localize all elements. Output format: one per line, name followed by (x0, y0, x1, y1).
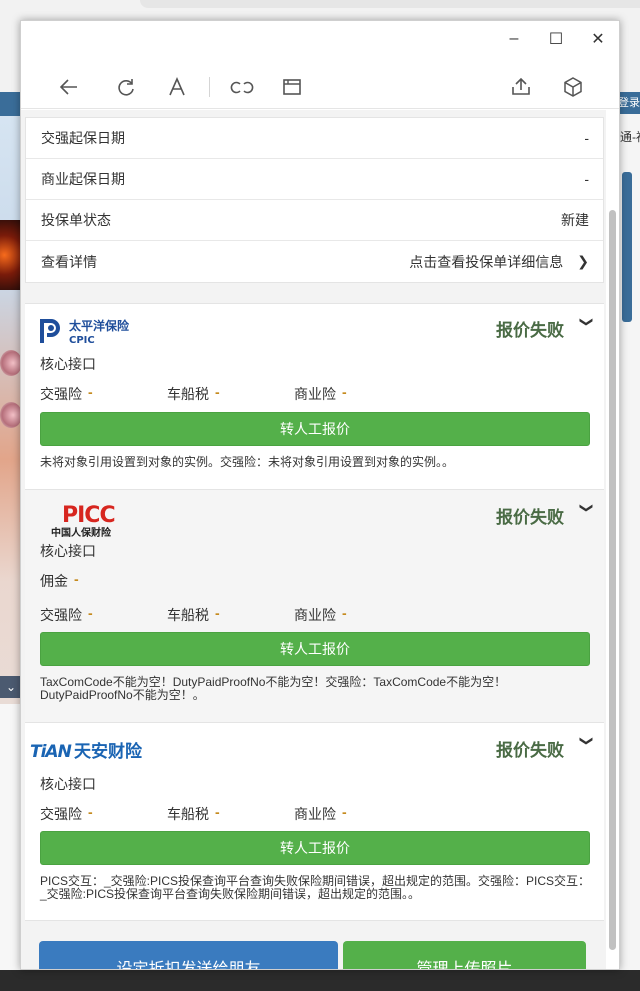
info-value: - (584, 130, 589, 146)
background-bottom-left (0, 704, 22, 991)
info-row-jiaoqiang-start: 交强起保日期 - (26, 118, 603, 159)
quote-channel: 核心接口 (40, 543, 96, 559)
shangye-label: 商业险 (294, 607, 336, 623)
chechuan-value: - (215, 384, 220, 400)
chevron-right-icon: ❯ (577, 253, 589, 269)
jiaoqiang-label: 交强险 (40, 607, 82, 623)
jiaoqiang-label: 交强险 (40, 386, 82, 402)
view-details-row[interactable]: 查看详情 点击查看投保单详细信息 ❯ (26, 241, 603, 282)
close-button[interactable]: ✕ (577, 21, 619, 57)
cube-icon[interactable] (559, 73, 587, 101)
jiaoqiang-value: - (88, 605, 93, 621)
quote-channel: 核心接口 (40, 356, 96, 372)
quote-premium-line: 交强险 - 车船税 - 商业险 - (40, 384, 347, 404)
info-value: 新建 (561, 212, 589, 228)
quote-status: 报价失败 (496, 508, 564, 528)
scrollbar-thumb[interactable] (609, 210, 616, 950)
info-label: 投保单状态 (41, 212, 111, 228)
window-controls: – ☐ ✕ (493, 21, 619, 57)
svg-text:PICC: PICC (62, 503, 115, 528)
background-right-strip: 登录 通-福 (618, 92, 640, 991)
quote-card-cpic: 太平洋保险 CPIC 报价失败 ❯ 核心接口 交强险 - 车船税 - 商业险 - 转人… (25, 303, 604, 489)
commission-label: 佣金 (40, 573, 68, 589)
browser-toolbar (21, 65, 619, 109)
commission-line: 佣金 - (40, 571, 79, 591)
quote-error-message: PICS交互：_交强险:PICS投保查询平台查询失败保险期间错误，超出规定的范围… (40, 874, 591, 901)
chevron-down-icon[interactable]: ❯ (579, 317, 595, 328)
background-text: 通-福 (620, 130, 640, 144)
chechuan-label: 车船税 (167, 386, 209, 402)
info-label: 查看详情 (41, 253, 97, 270)
manual-quote-button[interactable]: 转人工报价 (40, 632, 590, 666)
quote-channel: 核心接口 (40, 776, 96, 792)
svg-text:中国人保财险: 中国人保财险 (51, 526, 112, 539)
shangye-label: 商业险 (294, 386, 336, 402)
chechuan-label: 车船税 (167, 806, 209, 822)
taskbar (0, 970, 640, 991)
toolbar-divider (209, 77, 210, 97)
login-button[interactable]: 登录 (618, 92, 640, 114)
share-icon[interactable] (507, 73, 535, 101)
avatar (0, 402, 22, 428)
quote-card-tian: TiAN 天安财险 报价失败 ❯ 核心接口 交强险 - 车船税 - 商业险 - 转人工… (25, 722, 604, 921)
shangye-value: - (342, 804, 347, 820)
info-label: 交强起保日期 (41, 130, 125, 146)
view-details-link[interactable]: 点击查看投保单详细信息 (409, 252, 563, 272)
policy-info-card: 交强起保日期 - 商业起保日期 - 投保单状态 新建 查看详情 点击查看投保单详… (25, 117, 604, 283)
content-scrollbar[interactable] (608, 110, 618, 969)
jiaoqiang-value: - (88, 804, 93, 820)
shangye-value: - (342, 605, 347, 621)
maximize-button[interactable]: ☐ (535, 21, 577, 57)
chechuan-value: - (215, 605, 220, 621)
set-discount-send-button[interactable]: 设定折扣发送给朋友 (39, 941, 338, 969)
background-left-strip: ⌄ (0, 92, 22, 704)
quote-premium-line: 交强险 - 车船税 - 商业险 - (40, 804, 347, 824)
avatar (0, 350, 22, 376)
manual-quote-button[interactable]: 转人工报价 (40, 831, 590, 865)
info-row-status: 投保单状态 新建 (26, 200, 603, 241)
info-row-shangye-start: 商业起保日期 - (26, 159, 603, 200)
scroll-content: 交强起保日期 - 商业起保日期 - 投保单状态 新建 查看详情 点击查看投保单详… (21, 110, 606, 969)
quote-dialog-window: – ☐ ✕ 交强起保日期 - 商业起保日期 - 投保单状态 新建 查看详情 点击… (20, 20, 620, 970)
shangye-value: - (342, 384, 347, 400)
quote-card-picc: PICC 中国人保财险 报价失败 ❯ 核心接口 佣金 - 交强险 - 车船税 - 商业… (25, 489, 604, 722)
window-icon[interactable] (278, 73, 306, 101)
chevron-down-icon: ⌄ (0, 676, 22, 698)
chevron-down-icon[interactable]: ❯ (579, 736, 595, 747)
commission-value: - (74, 571, 79, 587)
info-value: - (584, 171, 589, 187)
svg-text:天安财险: 天安财险 (74, 741, 143, 761)
background-image (0, 220, 22, 290)
quote-status: 报价失败 (496, 321, 564, 341)
jiaoqiang-label: 交强险 (40, 806, 82, 822)
background-scrollbar (622, 172, 632, 322)
info-label: 商业起保日期 (41, 171, 125, 187)
shangye-label: 商业险 (294, 806, 336, 822)
quote-status: 报价失败 (496, 741, 564, 761)
link-icon[interactable] (228, 73, 256, 101)
minimize-button[interactable]: – (493, 21, 535, 57)
chechuan-value: - (215, 804, 220, 820)
cpic-logo: 太平洋保险 CPIC (39, 316, 143, 348)
manual-quote-button[interactable]: 转人工报价 (40, 412, 590, 446)
quote-error-message: TaxComCode不能为空！DutyPaidProofNo不能为空！交强险：T… (40, 675, 507, 702)
chechuan-label: 车船税 (167, 607, 209, 623)
browser-tabstrip (140, 0, 640, 8)
svg-text:CPIC: CPIC (69, 335, 95, 346)
refresh-icon[interactable] (112, 73, 140, 101)
chevron-down-icon[interactable]: ❯ (579, 503, 595, 514)
manage-photos-button[interactable]: 管理上传照片 (343, 941, 586, 969)
jiaoqiang-value: - (88, 384, 93, 400)
quote-error-message: 未将对象引用设置到对象的实例。交强险：未将对象引用设置到对象的实例。。 (40, 455, 455, 469)
background-header-bar (0, 92, 22, 116)
svg-text:太平洋保险: 太平洋保险 (69, 318, 130, 333)
font-size-icon[interactable] (163, 73, 191, 101)
picc-logo: PICC 中国人保财险 (51, 500, 131, 539)
quote-premium-line: 交强险 - 车船税 - 商业险 - (40, 605, 347, 625)
back-icon[interactable] (55, 73, 83, 101)
svg-text:TiAN: TiAN (30, 742, 72, 761)
tian-logo: TiAN 天安财险 (30, 739, 154, 771)
